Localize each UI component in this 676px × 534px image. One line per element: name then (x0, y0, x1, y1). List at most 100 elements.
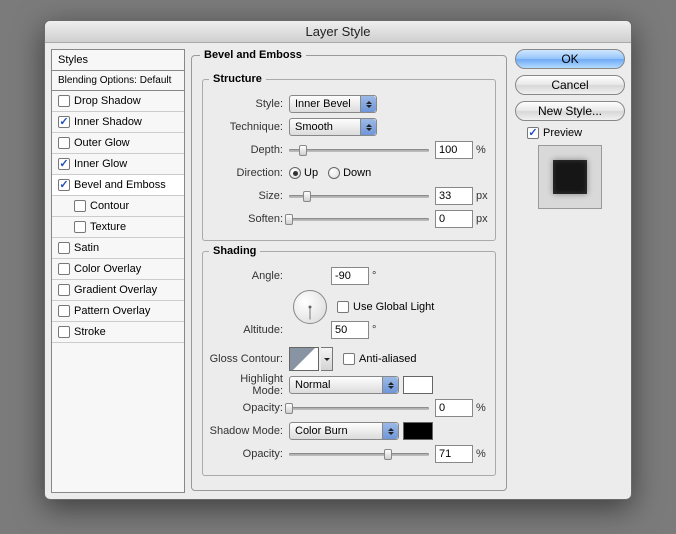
style-item-stroke[interactable]: Stroke (52, 322, 184, 343)
style-checkbox[interactable] (58, 116, 70, 128)
shadow-color-swatch[interactable] (403, 422, 433, 440)
style-checkbox[interactable] (58, 284, 70, 296)
layer-style-dialog: Layer Style Styles Blending Options: Def… (44, 20, 632, 500)
highlight-mode-select[interactable]: Normal (289, 376, 399, 394)
style-item-label: Gradient Overlay (74, 284, 157, 296)
depth-slider[interactable] (289, 143, 429, 157)
hl-opacity-input[interactable]: 0 (435, 399, 473, 417)
angle-input[interactable]: -90 (331, 267, 369, 285)
blending-options-item[interactable]: Blending Options: Default (52, 71, 184, 91)
style-item-inner-glow[interactable]: Inner Glow (52, 154, 184, 175)
style-item-label: Texture (90, 221, 126, 233)
soften-input[interactable]: 0 (435, 210, 473, 228)
gloss-contour-swatch[interactable] (289, 347, 319, 371)
style-checkbox[interactable] (58, 95, 70, 107)
style-checkbox[interactable] (74, 221, 86, 233)
soften-label: Soften: (209, 213, 289, 225)
direction-label: Direction: (209, 167, 289, 179)
shadow-mode-label: Shadow Mode: (209, 425, 289, 437)
style-checkbox[interactable] (58, 305, 70, 317)
altitude-input[interactable]: 50 (331, 321, 369, 339)
updown-icon (360, 119, 376, 135)
style-checkbox[interactable] (58, 242, 70, 254)
sh-opacity-slider[interactable] (289, 447, 429, 461)
style-select[interactable]: Inner Bevel (289, 95, 377, 113)
soften-unit: px (473, 213, 489, 225)
style-checkbox[interactable] (58, 137, 70, 149)
angle-dial[interactable] (293, 290, 327, 324)
group-title: Bevel and Emboss (200, 49, 306, 61)
technique-value: Smooth (295, 121, 333, 133)
use-global-light-checkbox[interactable] (337, 301, 349, 313)
highlight-color-swatch[interactable] (403, 376, 433, 394)
size-label: Size: (209, 190, 289, 202)
angle-unit: ° (369, 270, 385, 282)
depth-unit: % (473, 144, 489, 156)
preview-thumbnail (538, 145, 602, 209)
highlight-mode-label: Highlight Mode: (209, 373, 289, 397)
sh-opacity-input[interactable]: 71 (435, 445, 473, 463)
style-item-inner-shadow[interactable]: Inner Shadow (52, 112, 184, 133)
style-checkbox[interactable] (58, 158, 70, 170)
altitude-label: Altitude: (209, 324, 289, 336)
gloss-contour-label: Gloss Contour: (209, 353, 289, 365)
structure-legend: Structure (209, 73, 266, 85)
hl-opacity-slider[interactable] (289, 401, 429, 415)
content: Styles Blending Options: Default Drop Sh… (51, 49, 625, 493)
style-checkbox[interactable] (58, 326, 70, 338)
style-item-gradient-overlay[interactable]: Gradient Overlay (52, 280, 184, 301)
styles-header: Styles (52, 50, 184, 71)
gloss-contour-menu[interactable] (321, 347, 333, 371)
technique-select[interactable]: Smooth (289, 118, 377, 136)
ok-button[interactable]: OK (515, 49, 625, 69)
style-checkbox[interactable] (74, 200, 86, 212)
anti-aliased-label: Anti-aliased (359, 353, 416, 365)
depth-input[interactable]: 100 (435, 141, 473, 159)
new-style-button[interactable]: New Style... (515, 101, 625, 121)
style-item-label: Satin (74, 242, 99, 254)
style-item-drop-shadow[interactable]: Drop Shadow (52, 91, 184, 112)
updown-icon (360, 96, 376, 112)
style-item-outer-glow[interactable]: Outer Glow (52, 133, 184, 154)
style-checkbox[interactable] (58, 263, 70, 275)
preview-checkbox[interactable] (527, 127, 539, 139)
shadow-mode-select[interactable]: Color Burn (289, 422, 399, 440)
structure-group: Structure Style: Inner Bevel Technique: … (202, 73, 496, 241)
altitude-unit: ° (369, 324, 385, 336)
style-item-contour[interactable]: Contour (52, 196, 184, 217)
cancel-button[interactable]: Cancel (515, 75, 625, 95)
direction-up-radio[interactable] (289, 167, 301, 179)
style-item-bevel-and-emboss[interactable]: Bevel and Emboss (52, 175, 184, 196)
technique-label: Technique: (209, 121, 289, 133)
down-label: Down (343, 167, 371, 179)
size-input[interactable]: 33 (435, 187, 473, 205)
updown-icon (382, 377, 398, 393)
up-label: Up (304, 167, 318, 179)
style-item-label: Bevel and Emboss (74, 179, 166, 191)
size-unit: px (473, 190, 489, 202)
style-item-label: Stroke (74, 326, 106, 338)
bevel-emboss-group: Bevel and Emboss Structure Style: Inner … (191, 49, 507, 491)
use-global-light-label: Use Global Light (353, 301, 434, 313)
style-item-texture[interactable]: Texture (52, 217, 184, 238)
preview-swatch (553, 160, 587, 194)
hl-opacity-label: Opacity: (209, 402, 289, 414)
highlight-mode-value: Normal (295, 379, 330, 391)
style-item-pattern-overlay[interactable]: Pattern Overlay (52, 301, 184, 322)
style-item-satin[interactable]: Satin (52, 238, 184, 259)
style-item-label: Inner Shadow (74, 116, 142, 128)
size-slider[interactable] (289, 189, 429, 203)
direction-down-radio[interactable] (328, 167, 340, 179)
style-item-label: Color Overlay (74, 263, 141, 275)
anti-aliased-checkbox[interactable] (343, 353, 355, 365)
style-item-label: Pattern Overlay (74, 305, 150, 317)
style-item-label: Contour (90, 200, 129, 212)
style-item-label: Outer Glow (74, 137, 130, 149)
soften-slider[interactable] (289, 212, 429, 226)
shadow-mode-value: Color Burn (295, 425, 348, 437)
style-checkbox[interactable] (58, 179, 70, 191)
style-value: Inner Bevel (295, 98, 351, 110)
style-item-color-overlay[interactable]: Color Overlay (52, 259, 184, 280)
shading-legend: Shading (209, 245, 260, 257)
preview-label: Preview (543, 127, 582, 139)
